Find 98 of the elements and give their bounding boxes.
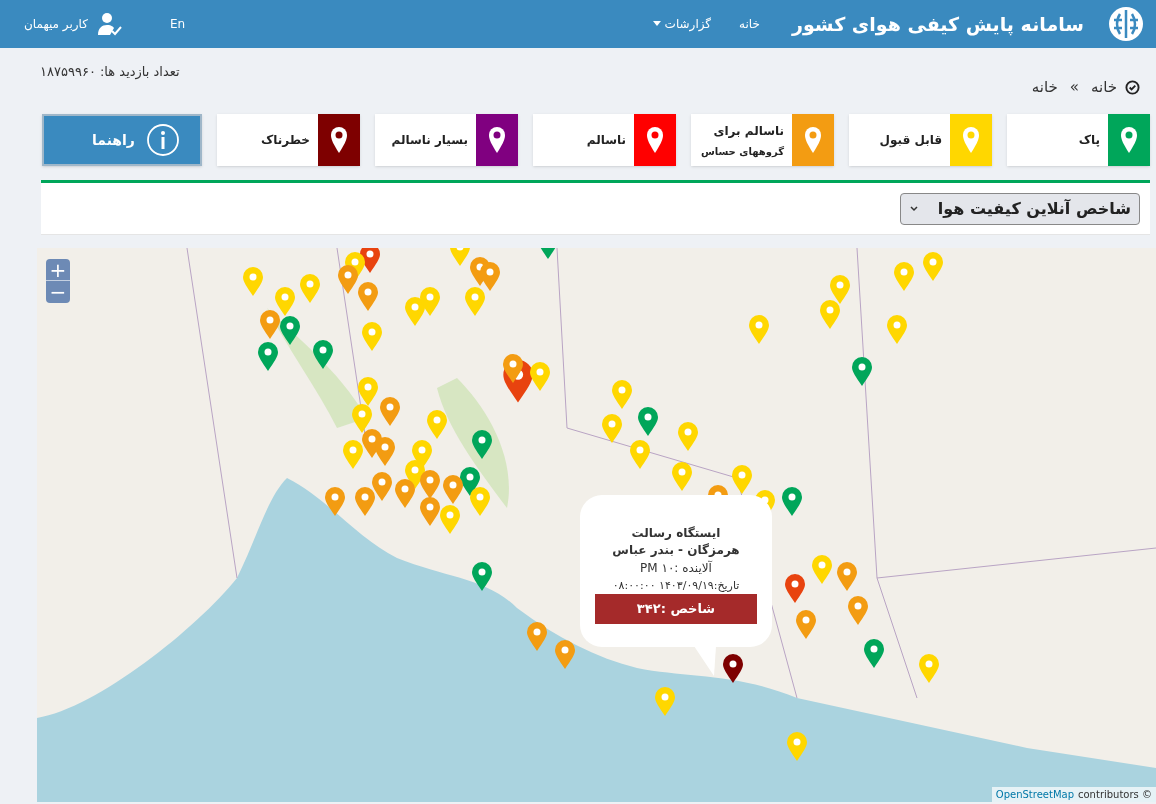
map-marker-icon[interactable] (601, 414, 623, 444)
breadcrumb-link[interactable]: خانه (1031, 76, 1058, 99)
map-marker-icon[interactable] (419, 287, 441, 317)
map-marker-icon[interactable] (526, 622, 548, 652)
map-marker-icon[interactable] (811, 555, 833, 585)
map-marker-icon[interactable] (354, 487, 376, 517)
map-marker-icon[interactable] (671, 462, 693, 492)
map-marker-icon[interactable] (419, 497, 441, 527)
logo-icon (1108, 6, 1144, 42)
map-marker-icon[interactable] (469, 487, 491, 517)
legend-label: بسیار ناسالم (390, 132, 468, 149)
map-marker-icon[interactable] (351, 404, 373, 434)
map-marker-icon[interactable] (851, 357, 873, 387)
map-marker-icon[interactable] (419, 470, 441, 500)
map-marker-icon[interactable] (886, 315, 908, 345)
map-marker-icon[interactable] (471, 430, 493, 460)
map-marker-icon[interactable] (361, 322, 383, 352)
map-marker-icon[interactable] (274, 287, 296, 317)
map-marker-icon[interactable] (242, 267, 264, 297)
map-marker-icon[interactable] (257, 342, 279, 372)
map-pin-icon (488, 126, 506, 154)
map-marker-icon[interactable] (847, 596, 869, 626)
map-marker-icon[interactable] (554, 640, 576, 670)
index-badge: شاخص :۳۴۲ (595, 594, 757, 624)
legend-label: ناسالم (585, 132, 626, 149)
map-pin-icon (804, 126, 822, 154)
map-marker-icon[interactable] (922, 252, 944, 282)
breadcrumb-separator: » (1069, 77, 1079, 98)
map-pin-icon (646, 126, 664, 154)
map-marker-icon[interactable] (342, 440, 364, 470)
legend-sublabel: گروههای حساس (699, 144, 784, 159)
map-marker-icon[interactable] (637, 407, 659, 437)
map-marker-icon[interactable] (259, 310, 281, 340)
date-label: تاریخ:۱۴۰۳/۰۹/۱۹ ۰۸:۰۰:۰۰ (612, 578, 740, 594)
map-marker-icon[interactable] (379, 397, 401, 427)
station-location: هرمزگان - بندر عباس (612, 542, 740, 559)
reports-menu[interactable]: گزارشات (652, 15, 712, 33)
site-title: سامانه پایش کیفی هوای کشور (791, 11, 1084, 38)
legend-label: ناسالم برای (712, 122, 784, 140)
help-button[interactable]: راهنما (42, 114, 202, 166)
map-marker-icon[interactable] (918, 654, 940, 684)
legend-label: پاک (1077, 132, 1100, 149)
user-name[interactable]: کاربر میهمان (24, 15, 88, 33)
legend-label: قابل قبول (878, 132, 942, 149)
map-marker-icon[interactable] (829, 275, 851, 305)
map-marker-icon[interactable] (654, 687, 676, 717)
nav-link[interactable]: خانه (739, 15, 760, 33)
map-pin-icon (1120, 126, 1138, 154)
map-marker-icon[interactable] (404, 297, 426, 327)
map-marker-icon[interactable] (502, 354, 524, 384)
map-marker-icon[interactable] (442, 475, 464, 505)
openstreetmap-link[interactable]: OpenStreetMap (995, 787, 1074, 802)
index-dropdown[interactable]: شاخص آنلاین کیفیت هوا (900, 192, 1140, 225)
map-marker-icon[interactable] (529, 362, 551, 392)
map-marker-icon[interactable] (324, 487, 346, 517)
map-marker-icon[interactable] (836, 562, 858, 592)
map-marker-icon[interactable] (279, 316, 301, 346)
map-marker-icon[interactable] (611, 380, 633, 410)
map-marker-icon[interactable] (374, 437, 396, 467)
map-marker-icon[interactable] (863, 639, 885, 669)
map-marker-icon[interactable] (731, 465, 753, 495)
map-marker-icon[interactable] (471, 562, 493, 592)
map-marker-icon[interactable] (748, 315, 770, 345)
breadcrumb-link[interactable]: خانه (1090, 76, 1117, 99)
zoom-out-button[interactable]: − (46, 281, 70, 303)
map-attribution: OpenStreetMap contributors © (991, 787, 1156, 802)
map-marker-icon[interactable] (357, 282, 379, 312)
map-marker-icon[interactable] (357, 377, 379, 407)
user-icon (95, 11, 122, 37)
map-marker-icon[interactable] (786, 732, 808, 762)
map-marker-icon[interactable] (893, 262, 915, 292)
map-marker-icon[interactable] (371, 472, 393, 502)
map-marker-icon[interactable] (426, 410, 448, 440)
legend-label: خطرناک (259, 132, 310, 149)
check-circle-icon (1125, 79, 1140, 95)
map-marker-icon[interactable] (439, 505, 461, 535)
map-marker-icon[interactable] (784, 574, 806, 604)
map-marker-icon[interactable] (337, 265, 359, 295)
map-marker-icon[interactable] (464, 287, 486, 317)
map-marker-icon[interactable] (722, 654, 744, 684)
map-pin-icon (330, 126, 348, 154)
pollutant-label: آلاینده :PM ۱۰ (640, 559, 712, 577)
map-marker-icon[interactable] (781, 487, 803, 517)
map-marker-icon[interactable] (629, 440, 651, 470)
map-marker-icon[interactable] (677, 422, 699, 452)
map-marker-icon[interactable] (299, 274, 321, 304)
language-link[interactable]: En (169, 15, 186, 33)
station-name: ایستگاه رسالت (631, 525, 721, 542)
map-marker-icon[interactable] (312, 340, 334, 370)
map-marker-icon[interactable] (795, 610, 817, 640)
zoom-in-button[interactable]: + (46, 259, 70, 281)
map-marker-icon[interactable] (394, 479, 416, 509)
visit-counter: تعداد بازدید ها: ۱۸۷۵۹۹۶۰ (40, 63, 180, 82)
map-marker-icon[interactable] (819, 300, 841, 330)
map-marker-icon[interactable] (479, 262, 501, 292)
chevron-down-icon (909, 203, 919, 214)
info-icon (146, 123, 180, 157)
map-pin-icon (962, 126, 980, 154)
